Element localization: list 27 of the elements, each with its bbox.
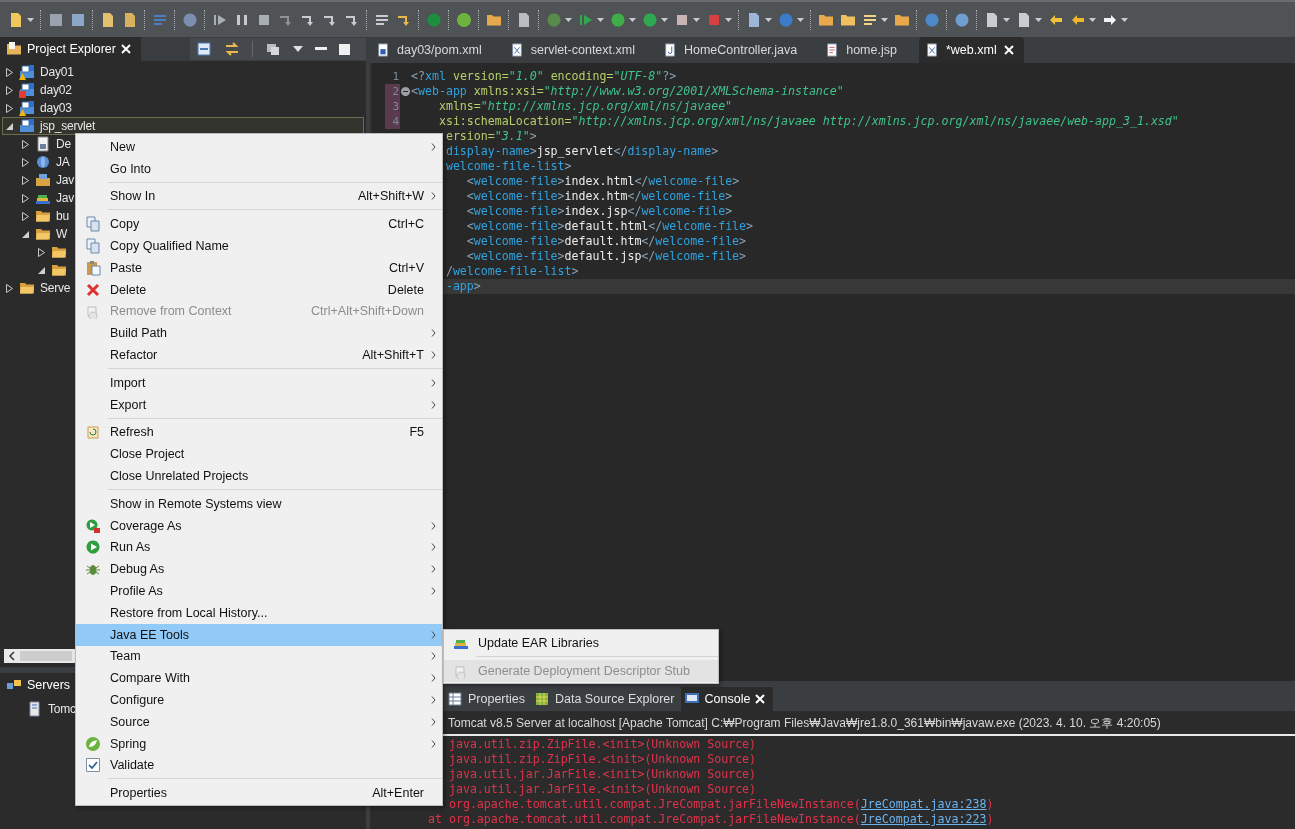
code-line: <welcome-file>default.jsp</welcome-file> xyxy=(466,249,747,264)
console-text: ) xyxy=(986,797,994,811)
code-line: <web-app xmlns:xsi="http://www.w3.org/2001/XMLSchema-instance" xyxy=(411,84,844,99)
line-number: 3 xyxy=(392,100,399,113)
console-text: java.util.jar.JarFile.<init>(Unknown Source) xyxy=(448,767,757,781)
code-line: xmlns="http://xmlns.jcp.org/xml/ns/javaee" xyxy=(438,99,733,114)
code-line: <welcome-file>default.htm</welcome-file> xyxy=(466,234,747,249)
line-number: 1 xyxy=(392,70,399,83)
code-line: ersion="3.1"> xyxy=(445,129,537,144)
console-text: java.util.jar.JarFile.<init>(Unknown Source) xyxy=(448,782,757,796)
line-number: 4 xyxy=(392,115,399,128)
code-line: display-name>jsp_servlet</display-name> xyxy=(445,144,719,159)
code-line: welcome-file-list> xyxy=(445,159,572,174)
line-number: 2 xyxy=(392,85,399,98)
code-line: -app> xyxy=(445,279,481,294)
code-line: <welcome-file>index.jsp</welcome-file> xyxy=(466,204,733,219)
console-text: java.util.zip.ZipFile.<init>(Unknown Source) xyxy=(448,752,757,766)
console-text: org.apache.tomcat.util.compat.JreCompat.jarFileNewInstance( xyxy=(448,797,861,811)
code-line: xsi:schemaLocation="http://xmlns.jcp.org/xml/ns/javaee http://xmlns.jcp.org/xml/ns/javaee/web-app_3_1.xsd" xyxy=(438,114,1179,129)
console-text: at org.apache.tomcat.util.compat.JreCompat.jarFileNewInstance( xyxy=(428,812,861,826)
code-line: <welcome-file>index.htm</welcome-file> xyxy=(466,189,733,204)
code-line: /welcome-file-list> xyxy=(445,264,579,279)
console-text: ) xyxy=(986,812,994,826)
code-line: <welcome-file>index.html</welcome-file> xyxy=(466,174,740,189)
code-line: <?xml version="1.0" encoding="UTF-8"?> xyxy=(411,69,677,84)
code-line: <welcome-file>default.html</welcome-file> xyxy=(466,219,754,234)
console-text: java.util.zip.ZipFile.<init>(Unknown Source) xyxy=(448,737,757,751)
